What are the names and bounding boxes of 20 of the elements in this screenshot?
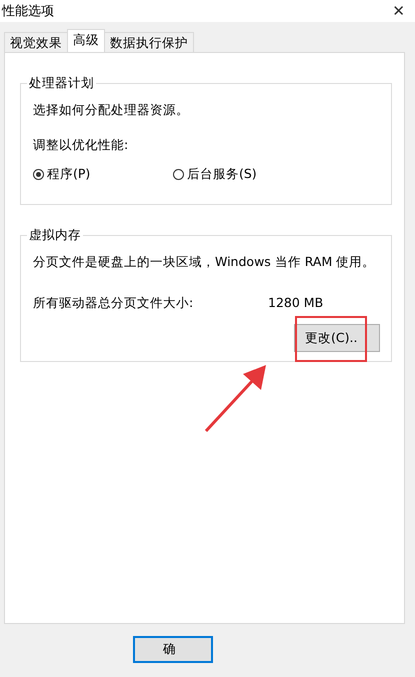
tab[interactable]: 高级 [67, 29, 105, 52]
tab[interactable]: 数据执行保护 [104, 32, 194, 52]
radio-option[interactable]: 程序(P) [33, 166, 173, 183]
description: 选择如何分配处理器资源。 [33, 102, 190, 119]
size-label: 所有驱动器总分页文件大小: [33, 295, 194, 312]
size-value: 1280 MB [268, 295, 324, 312]
group-title: 虚拟内存 [28, 227, 82, 244]
radio-label: 后台服务(S) [187, 166, 257, 183]
radio-label: 程序(P) [47, 166, 90, 183]
group-title: 处理器计划 [28, 75, 95, 92]
ok-button[interactable]: 确 [133, 636, 213, 663]
description: 分页文件是硬盘上的一块区域，Windows 当作 RAM 使用。 [33, 254, 376, 271]
tab[interactable]: 视觉效果 [4, 32, 68, 52]
radio-option[interactable]: 后台服务(S) [173, 166, 313, 183]
window-title: 性能选项 [2, 3, 54, 20]
change-button[interactable]: 更改(C).. [294, 324, 380, 352]
radio-icon[interactable] [33, 169, 44, 180]
close-button[interactable]: ✕ [392, 2, 405, 20]
prompt: 调整以优化性能: [33, 137, 130, 154]
radio-icon[interactable] [173, 169, 184, 180]
